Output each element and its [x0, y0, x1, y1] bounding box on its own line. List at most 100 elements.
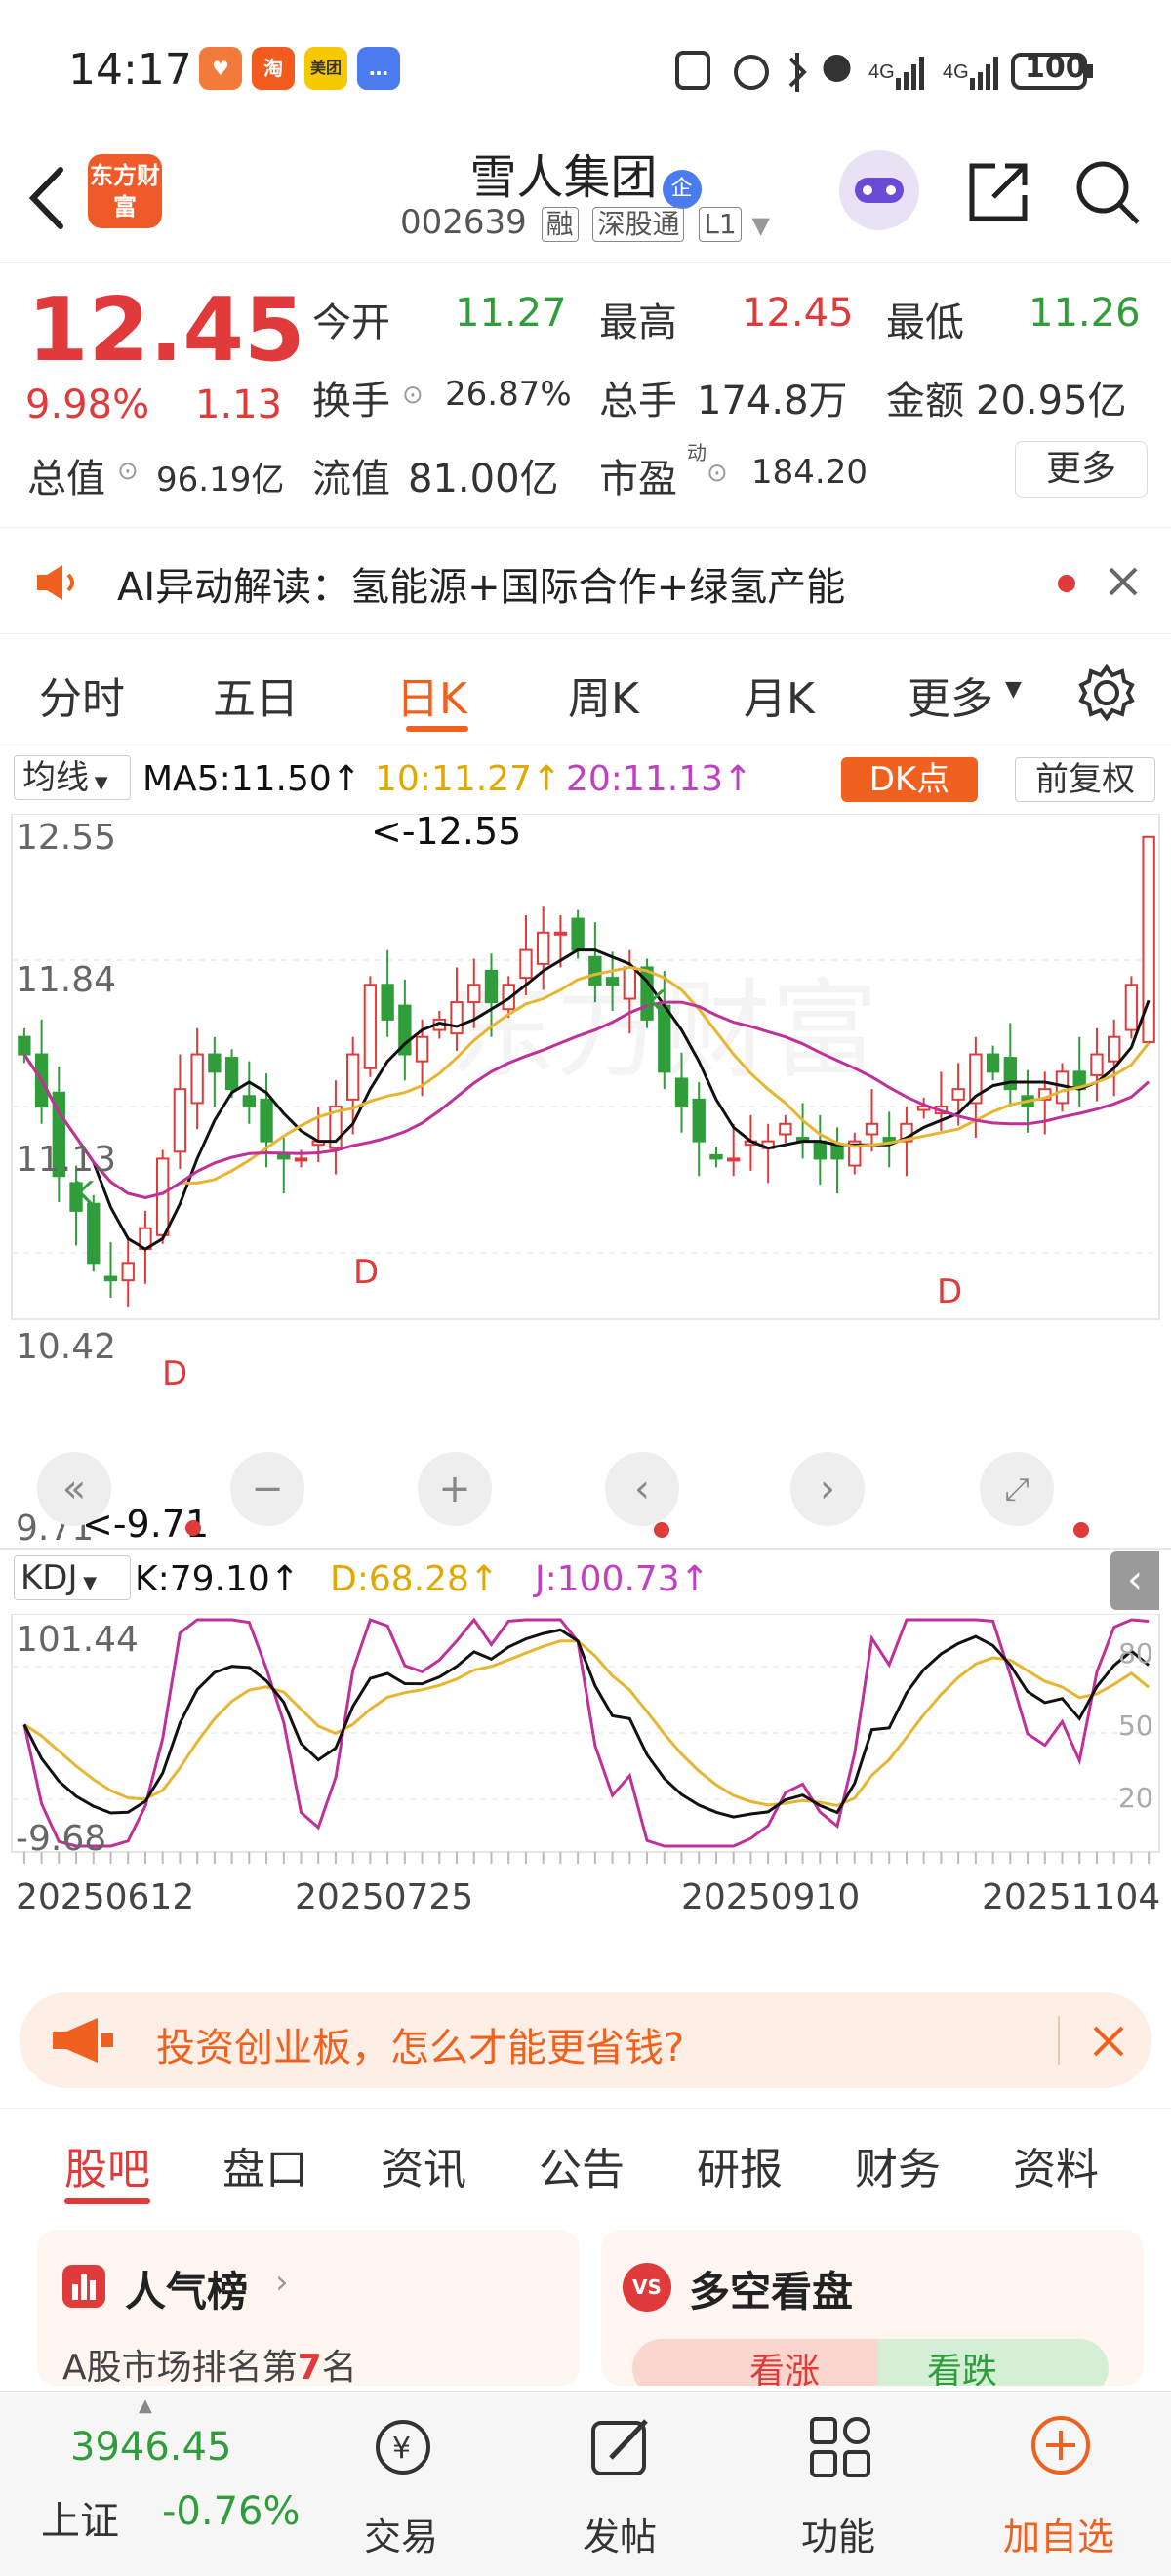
step-left-icon[interactable]: ‹	[605, 1452, 679, 1526]
candle-body	[605, 977, 620, 986]
candle-body	[260, 1098, 273, 1143]
tab-intraday[interactable]: 分时	[39, 664, 125, 726]
candle-body	[1108, 1035, 1121, 1063]
last-price: 12.45	[27, 279, 305, 382]
candle-body	[709, 1153, 723, 1160]
active-tab-indicator	[64, 2198, 150, 2204]
search-icon[interactable]	[1073, 158, 1142, 226]
signal-d: D	[162, 1354, 188, 1393]
code-row: 002639 融 深股通 L1 ▼	[400, 203, 770, 242]
indicator-selector[interactable]: KDJ ▼	[14, 1555, 131, 1600]
tab-daily-k[interactable]: 日K	[396, 664, 467, 726]
candle-body	[467, 984, 481, 1004]
index-value[interactable]: 3946.45	[70, 2425, 231, 2470]
nav-functions[interactable]: 功能	[755, 2392, 921, 2576]
candle-body	[674, 1077, 689, 1107]
index-name[interactable]: 上证	[41, 2489, 119, 2546]
stock-code: 002639	[400, 203, 527, 242]
trade-icon: ¥	[376, 2420, 430, 2475]
nav-functions-label: 功能	[800, 2516, 875, 2558]
tab-announcements[interactable]: 公告	[539, 2134, 625, 2196]
mktcap-value: 96.19亿	[156, 461, 285, 500]
kdj-d-legend: D:68.28↑	[330, 1559, 500, 1599]
info-icon[interactable]: ⊙	[402, 381, 424, 410]
bear-label: 看跌	[927, 2352, 998, 2386]
candle-body	[346, 1053, 360, 1101]
edit-icon	[591, 2419, 648, 2475]
change-percent: 9.98%	[25, 382, 150, 427]
tab-five-day[interactable]: 五日	[213, 664, 299, 726]
add-circle-icon	[1031, 2416, 1090, 2475]
pe-superscript: 动	[687, 441, 707, 464]
candle-body	[415, 1035, 429, 1063]
tab-news[interactable]: 资讯	[381, 2134, 466, 2196]
candle-body	[484, 970, 499, 1004]
chevron-right-icon[interactable]: ›	[275, 2263, 289, 2302]
info-icon[interactable]: ⊙	[117, 457, 139, 486]
volume-label: 总手	[599, 379, 677, 423]
info-icon[interactable]: ⊙	[707, 459, 728, 488]
more-button[interactable]: 更多	[1015, 441, 1148, 498]
tab-more[interactable]: 更多	[908, 664, 993, 726]
close-icon[interactable]	[1091, 2024, 1126, 2059]
share-icon[interactable]	[966, 160, 1030, 224]
promo-text: 投资创业板，怎么才能更省钱?	[156, 2026, 685, 2071]
rank-prefix: A股市场排名第	[62, 2348, 298, 2386]
zoom-in-icon[interactable]: +	[418, 1452, 492, 1526]
bull-button[interactable]: 看涨	[632, 2339, 878, 2386]
svg-text:¥: ¥	[392, 2432, 411, 2466]
promo-banner[interactable]: 投资创业板，怎么才能更省钱?	[20, 1992, 1151, 2088]
step-right-icon[interactable]: ›	[790, 1452, 865, 1526]
speaker-icon	[37, 565, 74, 600]
kline-chart-area[interactable]: 均线 ▼ MA5:11.50↑ 10:11.27↑ 20:11.13↑ DK点 …	[0, 745, 1171, 1975]
event-dot	[1073, 1522, 1089, 1538]
popularity-card[interactable]: 人气榜 › A股市场排名第7名	[37, 2230, 580, 2386]
taobao-icon: ♥	[199, 47, 242, 90]
candle-body	[537, 931, 550, 965]
tag-level[interactable]: L1	[699, 207, 742, 242]
low-value: 11.26	[1029, 291, 1141, 336]
candle-body	[553, 931, 568, 936]
pe-value: 184.20	[751, 453, 868, 492]
kdj-tick-top: 101.44	[16, 1620, 139, 1660]
nav-add-watchlist[interactable]: 加自选	[976, 2392, 1142, 2576]
kdj-right-tick: 80	[1118, 1637, 1153, 1670]
kdj-right-tick: 50	[1118, 1710, 1153, 1742]
close-icon[interactable]	[1107, 565, 1140, 598]
bull-bear-card[interactable]: VS 多空看盘 看涨 看跌	[601, 2230, 1144, 2386]
chat-icon: …	[357, 47, 400, 90]
mktcap-label: 总值	[27, 457, 105, 502]
tab-financials[interactable]: 财务	[855, 2134, 941, 2196]
chevron-down-icon[interactable]: ▼	[752, 212, 770, 239]
candle-body	[1003, 1057, 1017, 1091]
kdj-chart[interactable]	[0, 1614, 1171, 1868]
tab-research[interactable]: 研报	[697, 2134, 783, 2196]
candle-body	[224, 1057, 239, 1091]
tab-weekly-k[interactable]: 周K	[568, 664, 639, 726]
chevron-down-icon[interactable]: ▼	[1005, 677, 1022, 702]
nav-trade[interactable]: ¥ 交易	[318, 2392, 484, 2576]
tab-profile[interactable]: 资料	[1013, 2134, 1099, 2196]
nav-post[interactable]: 发帖	[537, 2392, 703, 2576]
scroll-left-fast-icon[interactable]: «	[37, 1452, 111, 1526]
ai-insight-bar[interactable]: AI异动解读：氢能源+国际合作+绿氢产能	[0, 527, 1171, 634]
ai-assistant-icon[interactable]	[839, 150, 919, 230]
tag-connect: 深股通	[592, 207, 685, 242]
tab-monthly-k[interactable]: 月K	[744, 664, 815, 726]
candle-body	[727, 1157, 741, 1162]
kdj-j-legend: J:100.73↑	[535, 1559, 709, 1599]
ma-selector[interactable]: 均线 ▼	[14, 755, 131, 800]
bear-button[interactable]: 看跌	[878, 2339, 1109, 2386]
y-tick-2: 11.84	[16, 960, 117, 1000]
tab-forum[interactable]: 股吧	[64, 2134, 150, 2196]
dk-button[interactable]: DK点	[841, 757, 978, 802]
index-change[interactable]: -0.76%	[162, 2489, 301, 2534]
zoom-out-icon[interactable]: −	[230, 1452, 304, 1526]
indicator-selector-label: KDJ	[20, 1558, 78, 1597]
gear-icon[interactable]	[1077, 664, 1136, 722]
collapse-panel-icon[interactable]: ‹	[1110, 1551, 1159, 1610]
kline-chart[interactable]: 东方财富	[0, 814, 1171, 1321]
adjust-button[interactable]: 前复权	[1015, 757, 1155, 802]
tab-orderbook[interactable]: 盘口	[222, 2134, 308, 2196]
fullscreen-icon[interactable]: ⤢	[980, 1452, 1054, 1526]
